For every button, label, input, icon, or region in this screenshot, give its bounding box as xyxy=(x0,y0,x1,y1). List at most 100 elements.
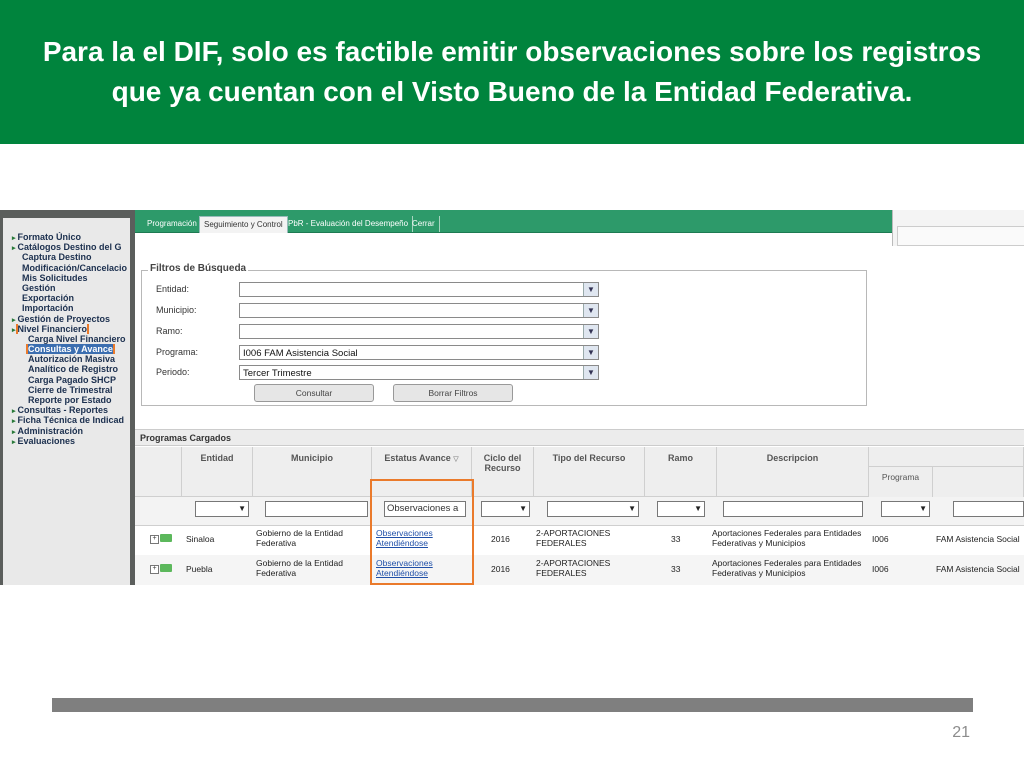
cell-descripcion: Aportaciones Federales para Entidades Fe… xyxy=(712,558,862,578)
app-screenshot: ▸ Formato Único ▸ Catálogos Destino del G Ca… xyxy=(0,210,1024,585)
nav-item[interactable]: ▸ Ficha Técnica de Indicad xyxy=(3,415,130,425)
nav-item-label: Consultas y Avance xyxy=(26,344,115,355)
nav-item[interactable]: Importación xyxy=(3,303,130,313)
expand-icon[interactable]: + xyxy=(150,565,159,574)
descripcion-filter-input[interactable] xyxy=(723,501,863,517)
nav-item-label: Exportación xyxy=(22,293,75,304)
nav-item[interactable]: Carga Nivel Financiero xyxy=(3,334,130,344)
col-tipo-header[interactable]: Tipo del Recurso xyxy=(534,447,645,497)
borrar-filtros-button[interactable]: Borrar Filtros xyxy=(393,384,513,402)
left-nav: ▸ Formato Único ▸ Catálogos Destino del G Ca… xyxy=(0,210,135,585)
nav-item[interactable]: ▸ Consultas - Reportes xyxy=(3,405,130,415)
chevron-down-icon: ▼ xyxy=(583,366,598,379)
nav-item-label: Analítico de Registro xyxy=(28,364,119,375)
ciclo-filter-select[interactable]: ▼ xyxy=(481,501,530,517)
tab-pbr-evaluacion[interactable]: PbR - Evaluación del Desempeño xyxy=(284,216,414,232)
entidad-select[interactable]: ▼ xyxy=(239,282,599,297)
col-programa-nombre-header[interactable] xyxy=(933,466,1024,497)
estatus-column-highlight xyxy=(370,479,474,585)
search-filters-panel: Filtros de Búsqueda Entidad: ▼ Municipio… xyxy=(141,263,867,406)
nav-item[interactable]: ▸ Gestión de Proyectos xyxy=(3,314,130,324)
cell-descripcion: Aportaciones Federales para Entidades Fe… xyxy=(712,528,862,548)
cell-programa-nombre: FAM Asistencia Social xyxy=(936,534,1020,544)
table-row[interactable]: + Puebla Gobierno de la Entidad Federati… xyxy=(135,555,1024,585)
nav-item[interactable]: Captura Destino xyxy=(3,252,130,262)
slide-title-banner: Para la el DIF, solo es factible emitir … xyxy=(0,0,1024,144)
nav-item[interactable]: Modificación/Cancelacio xyxy=(3,263,130,273)
col-entidad-header[interactable]: Entidad xyxy=(182,447,253,497)
col-programa-header[interactable]: Programa xyxy=(869,466,933,497)
nav-item[interactable]: ▸ Formato Único xyxy=(3,232,130,242)
entidad-filter-select[interactable]: ▼ xyxy=(195,501,249,517)
filters-title: Filtros de Búsqueda xyxy=(148,263,249,274)
nav-item[interactable]: Exportación xyxy=(3,293,130,303)
nav-item-label: Carga Nivel Financiero xyxy=(28,333,126,344)
nav-item-label: Importación xyxy=(22,303,74,314)
municipio-select[interactable]: ▼ xyxy=(239,303,599,318)
nav-item[interactable]: ▸ Administración xyxy=(3,426,130,436)
col-ciclo-header[interactable]: Ciclo del Recurso xyxy=(472,447,534,497)
chevron-down-icon: ▼ xyxy=(519,504,527,513)
programa-filter-select[interactable]: ▼ xyxy=(881,501,930,517)
nav-item[interactable]: Carga Pagado SHCP xyxy=(3,375,130,385)
nav-item[interactable]: Analítico de Registro xyxy=(3,364,130,374)
cell-municipio: Gobierno de la Entidad Federativa xyxy=(256,558,343,578)
nav-item[interactable]: Mis Solicitudes xyxy=(3,273,130,283)
nav-item-label: Nivel Financiero xyxy=(15,323,90,334)
nav-item-label: Gestión de Proyectos xyxy=(17,313,111,324)
periodo-select[interactable]: Tercer Trimestre ▼ xyxy=(239,365,599,380)
nav-item[interactable]: ▸ Evaluaciones xyxy=(3,436,130,446)
col-descripcion-header[interactable]: Descripcion xyxy=(717,447,869,497)
nav-item-label: Administración xyxy=(17,425,84,436)
chevron-down-icon: ▼ xyxy=(694,504,702,513)
nav-item[interactable]: ▸ Catálogos Destino del G xyxy=(3,242,130,252)
cell-programa: I006 xyxy=(872,534,889,544)
nav-bullet-icon: ▸ xyxy=(12,428,16,436)
cell-programa: I006 xyxy=(872,564,889,574)
nav-item-label: Modificación/Cancelacio xyxy=(22,262,128,273)
tab-seguimiento-control[interactable]: Seguimiento y Control xyxy=(199,216,288,233)
col-municipio-header[interactable]: Municipio xyxy=(253,447,372,497)
slide-title: Para la el DIF, solo es factible emitir … xyxy=(42,36,982,107)
ramo-select[interactable]: ▼ xyxy=(239,324,599,339)
nav-item-label: Evaluaciones xyxy=(17,435,76,446)
nav-bullet-icon: ▸ xyxy=(12,245,16,253)
municipio-filter-input[interactable] xyxy=(265,501,368,517)
tab-programacion[interactable]: Programación xyxy=(143,216,202,232)
consultar-button[interactable]: Consultar xyxy=(254,384,374,402)
programa-select[interactable]: I006 FAM Asistencia Social ▼ xyxy=(239,345,599,360)
filter-label-periodo: Periodo: xyxy=(156,367,190,377)
tab-cerrar[interactable]: Cerrar xyxy=(408,216,440,232)
nav-item[interactable]: Reporte por Estado xyxy=(3,395,130,405)
cell-ramo: 33 xyxy=(671,564,681,574)
tipo-filter-select[interactable]: ▼ xyxy=(547,501,639,517)
filter-label-entidad: Entidad: xyxy=(156,284,190,294)
folder-icon xyxy=(160,534,172,542)
nav-item[interactable]: Gestión xyxy=(3,283,130,293)
nav-item[interactable]: Consultas y Avance xyxy=(3,344,130,355)
programa-nombre-filter-input[interactable] xyxy=(953,501,1024,517)
chevron-down-icon: ▼ xyxy=(583,283,598,296)
main-tab-bar: Programación Seguimiento y Control PbR -… xyxy=(135,210,892,233)
filter-label-ramo: Ramo: xyxy=(156,326,183,336)
chevron-down-icon: ▼ xyxy=(628,504,636,513)
nav-item-label: Captura Destino xyxy=(22,252,92,263)
nav-item-label: Gestión xyxy=(22,282,56,293)
col-ramo-header[interactable]: Ramo xyxy=(645,447,717,497)
chevron-down-icon: ▼ xyxy=(583,325,598,338)
nav-bullet-icon: ▸ xyxy=(12,438,16,446)
page-number: 21 xyxy=(952,724,970,741)
filter-label-municipio: Municipio: xyxy=(156,305,197,315)
folder-icon xyxy=(160,564,172,572)
nav-item[interactable]: ▸ Nivel Financiero xyxy=(3,323,130,334)
expand-icon[interactable]: + xyxy=(150,535,159,544)
header-right-panel xyxy=(892,210,1024,246)
nav-bullet-icon: ▸ xyxy=(12,326,16,334)
cell-tipo: 2-APORTACIONES FEDERALES xyxy=(536,558,611,578)
grid-title: Programas Cargados xyxy=(135,429,1024,446)
table-row[interactable]: + Sinaloa Gobierno de la Entidad Federat… xyxy=(135,525,1024,556)
nav-item[interactable]: Autorización Masiva xyxy=(3,354,130,364)
nav-item[interactable]: Cierre de Trimestral xyxy=(3,385,130,395)
nav-bullet-icon: ▸ xyxy=(12,408,16,416)
ramo-filter-select[interactable]: ▼ xyxy=(657,501,705,517)
